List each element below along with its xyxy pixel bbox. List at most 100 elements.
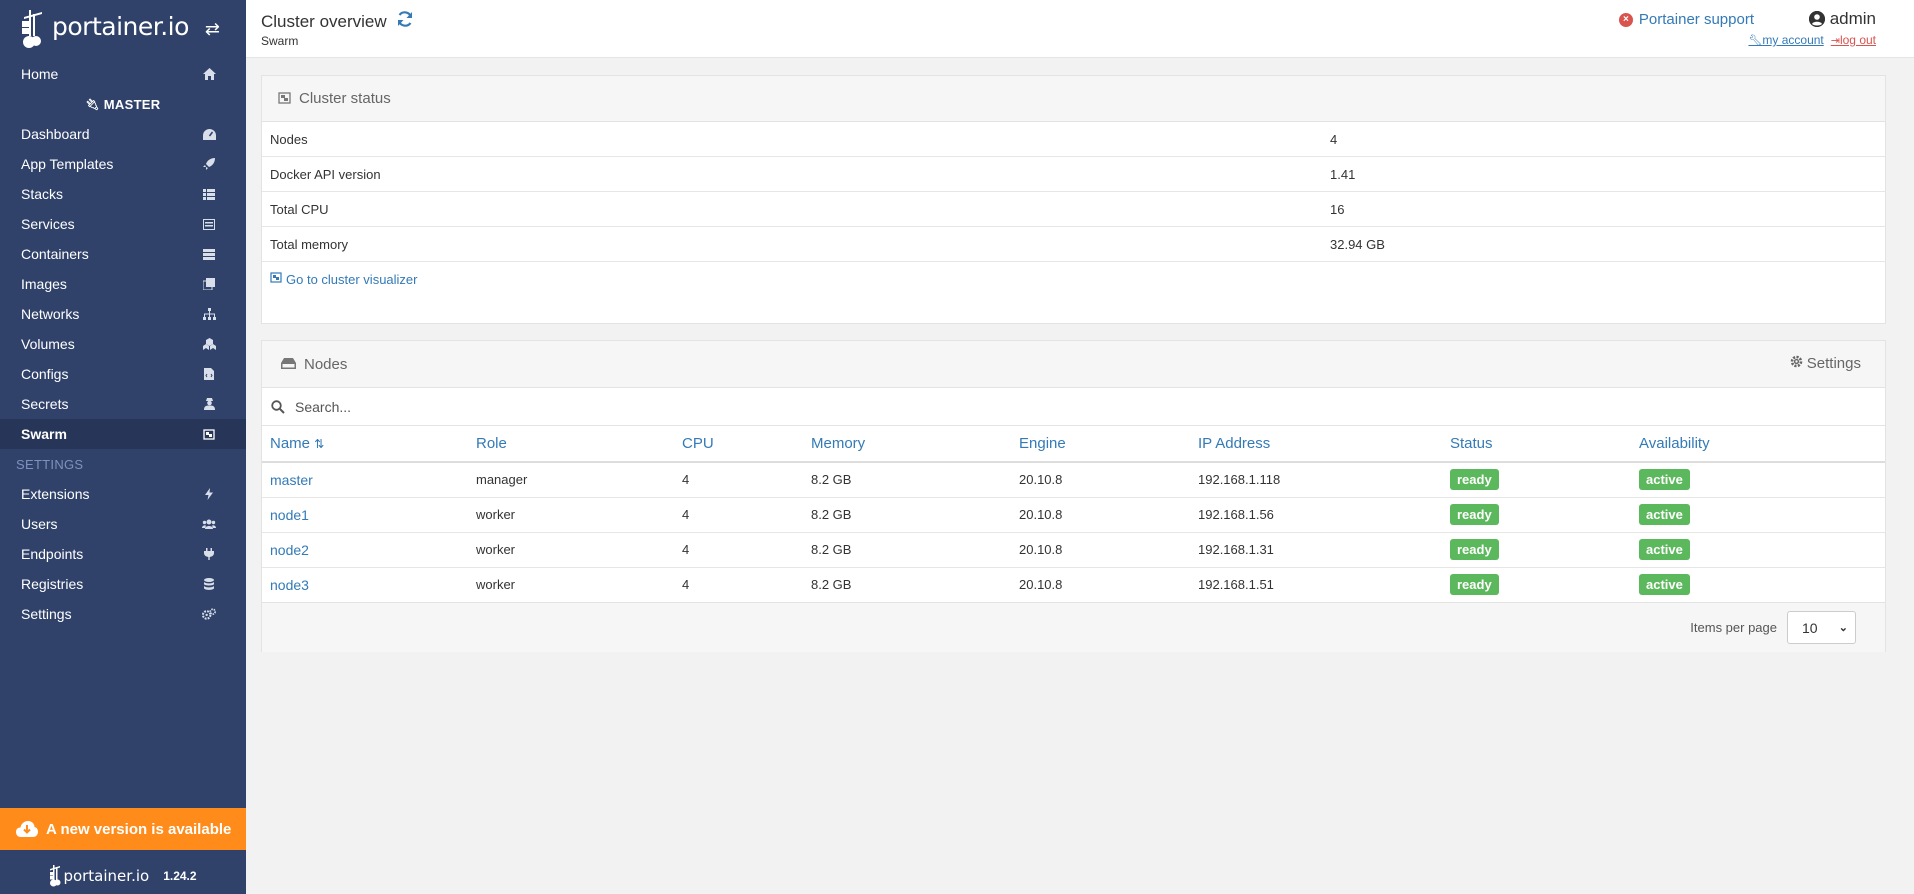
sidebar-item-dashboard[interactable]: Dashboard [0,119,246,149]
sidebar-item-home[interactable]: Home [0,59,246,89]
column-header-role[interactable]: Role [468,426,674,463]
sidebar-item-label: Extensions [21,486,90,502]
list-alt-icon [202,217,216,231]
column-header-memory[interactable]: Memory [803,426,1011,463]
sidebar-item-label: Users [21,516,58,532]
sidebar-item-configs[interactable]: Configs [0,359,246,389]
sidebar-item-settings[interactable]: Settings [0,599,246,629]
availability-badge: active [1639,504,1690,525]
sidebar-item-label: Home [21,66,59,82]
sidebar-item-label: Services [21,216,75,232]
node-memory: 8.2 GB [803,497,1011,533]
object-group-icon [202,427,216,441]
node-name-link[interactable]: node3 [262,567,468,602]
version-label: 1.24.2 [163,869,197,883]
user-menu: admin [1808,9,1876,29]
sidebar-item-images[interactable]: Images [0,269,246,299]
node-availability-cell: active [1631,462,1885,498]
column-header-status[interactable]: Status [1442,426,1631,463]
hdd-icon [281,356,296,372]
column-label: Name [270,435,311,452]
sidebar-item-label: Settings [21,606,72,622]
panel-heading: Nodes Settings [262,341,1885,388]
sidebar-item-extensions[interactable]: Extensions [0,479,246,509]
user-circle-icon [1808,11,1825,27]
status-key: Total memory [270,236,349,252]
sidebar-item-networks[interactable]: Networks [0,299,246,329]
sidebar-item-label: Registries [21,576,84,592]
refresh-icon[interactable] [396,10,414,33]
my-account-link[interactable]: 🔧︎my account [1748,33,1823,47]
sidebar-item-label: App Templates [21,156,114,172]
node-engine: 20.10.8 [1011,462,1190,498]
table-row: node1 worker 4 8.2 GB 20.10.8 192.168.1.… [262,497,1885,533]
node-status-cell: ready [1442,497,1631,533]
cog-icon [1790,355,1803,372]
rocket-icon [202,157,216,171]
column-header-name[interactable]: Name ⇅ [262,426,468,463]
settings-label: Settings [1806,355,1861,372]
footer-logo: portainer.io [49,864,149,888]
sidebar-item-containers[interactable]: Containers [0,239,246,269]
cluster-visualizer-link[interactable]: Go to cluster visualizer [262,262,1885,296]
status-row: Nodes 4 [262,122,1885,157]
update-notice-button[interactable]: A new version is available [0,808,246,850]
node-ip: 192.168.1.51 [1198,577,1274,593]
status-value: 4 [1330,131,1338,147]
node-name-link[interactable]: master [262,462,468,498]
tachometer-icon [202,127,216,141]
nodes-table: Name ⇅ Role CPU Memory Engine IP Address… [262,426,1885,602]
node-name-link[interactable]: node2 [262,532,468,568]
sidebar-item-services[interactable]: Services [0,209,246,239]
cogs-icon [202,607,216,621]
sidebar-toggle-icon[interactable]: ⇄ [205,19,220,40]
sidebar-item-swarm[interactable]: Swarm [0,419,246,449]
column-header-engine[interactable]: Engine [1011,426,1190,463]
search-input[interactable] [295,398,895,415]
table-header-row: Name ⇅ Role CPU Memory Engine IP Address… [262,426,1885,463]
node-memory: 8.2 GB [803,462,1011,498]
node-engine: 20.10.8 [1019,577,1063,593]
sidebar-item-volumes[interactable]: Volumes [0,329,246,359]
node-name-link[interactable]: node1 [262,497,468,533]
status-value: 1.41 [1330,166,1356,182]
cluster-status-panel: Cluster status Nodes 4 Docker API versio… [261,75,1886,324]
node-cpu: 4 [674,532,803,568]
column-header-cpu[interactable]: CPU [674,426,803,463]
node-cpu: 4 [674,497,803,533]
sidebar-item-users[interactable]: Users [0,509,246,539]
sidebar-item-secrets[interactable]: Secrets [0,389,246,419]
portainer-logo-icon [20,8,50,50]
sidebar-item-endpoints[interactable]: Endpoints [0,539,246,569]
node-availability-cell: active [1631,532,1885,568]
node-role: worker [468,497,674,533]
status-key: Nodes [270,131,308,147]
node-engine: 20.10.8 [1011,532,1190,568]
sidebar-item-label: Images [21,276,67,292]
sidebar-item-stacks[interactable]: Stacks [0,179,246,209]
column-header-ip-address[interactable]: IP Address [1190,426,1442,463]
node-status-cell: ready [1442,567,1631,602]
items-per-page-select[interactable]: 10 ⌄ [1787,611,1856,644]
table-settings-button[interactable]: Settings [1790,355,1861,372]
portainer-support-link[interactable]: × Portainer support [1618,11,1754,28]
sidebar-item-app-templates[interactable]: App Templates [0,149,246,179]
status-row: Docker API version 1.41 [262,157,1885,192]
sidebar-item-registries[interactable]: Registries [0,569,246,599]
column-header-availability[interactable]: Availability [1631,426,1885,463]
plug-icon: 🔌︎ [85,98,100,111]
log-out-link[interactable]: ⇥log out [1831,33,1876,47]
items-per-page-value: 10 [1802,619,1818,636]
my-account-label: my account [1762,33,1824,47]
users-icon [202,517,216,531]
home-icon [202,67,216,81]
status-badge: ready [1450,574,1499,596]
node-availability-cell: active [1631,497,1885,533]
panel-title: Nodes [304,355,348,373]
settings-section-header: SETTINGS [16,456,84,472]
panel-title: Cluster status [299,90,391,107]
brand[interactable]: portainer.io ⇄ [0,0,246,58]
node-status-cell: ready [1442,462,1631,498]
node-memory: 8.2 GB [803,532,1011,568]
page-header: Cluster overview Swarm × Portainer suppo… [246,0,1914,58]
